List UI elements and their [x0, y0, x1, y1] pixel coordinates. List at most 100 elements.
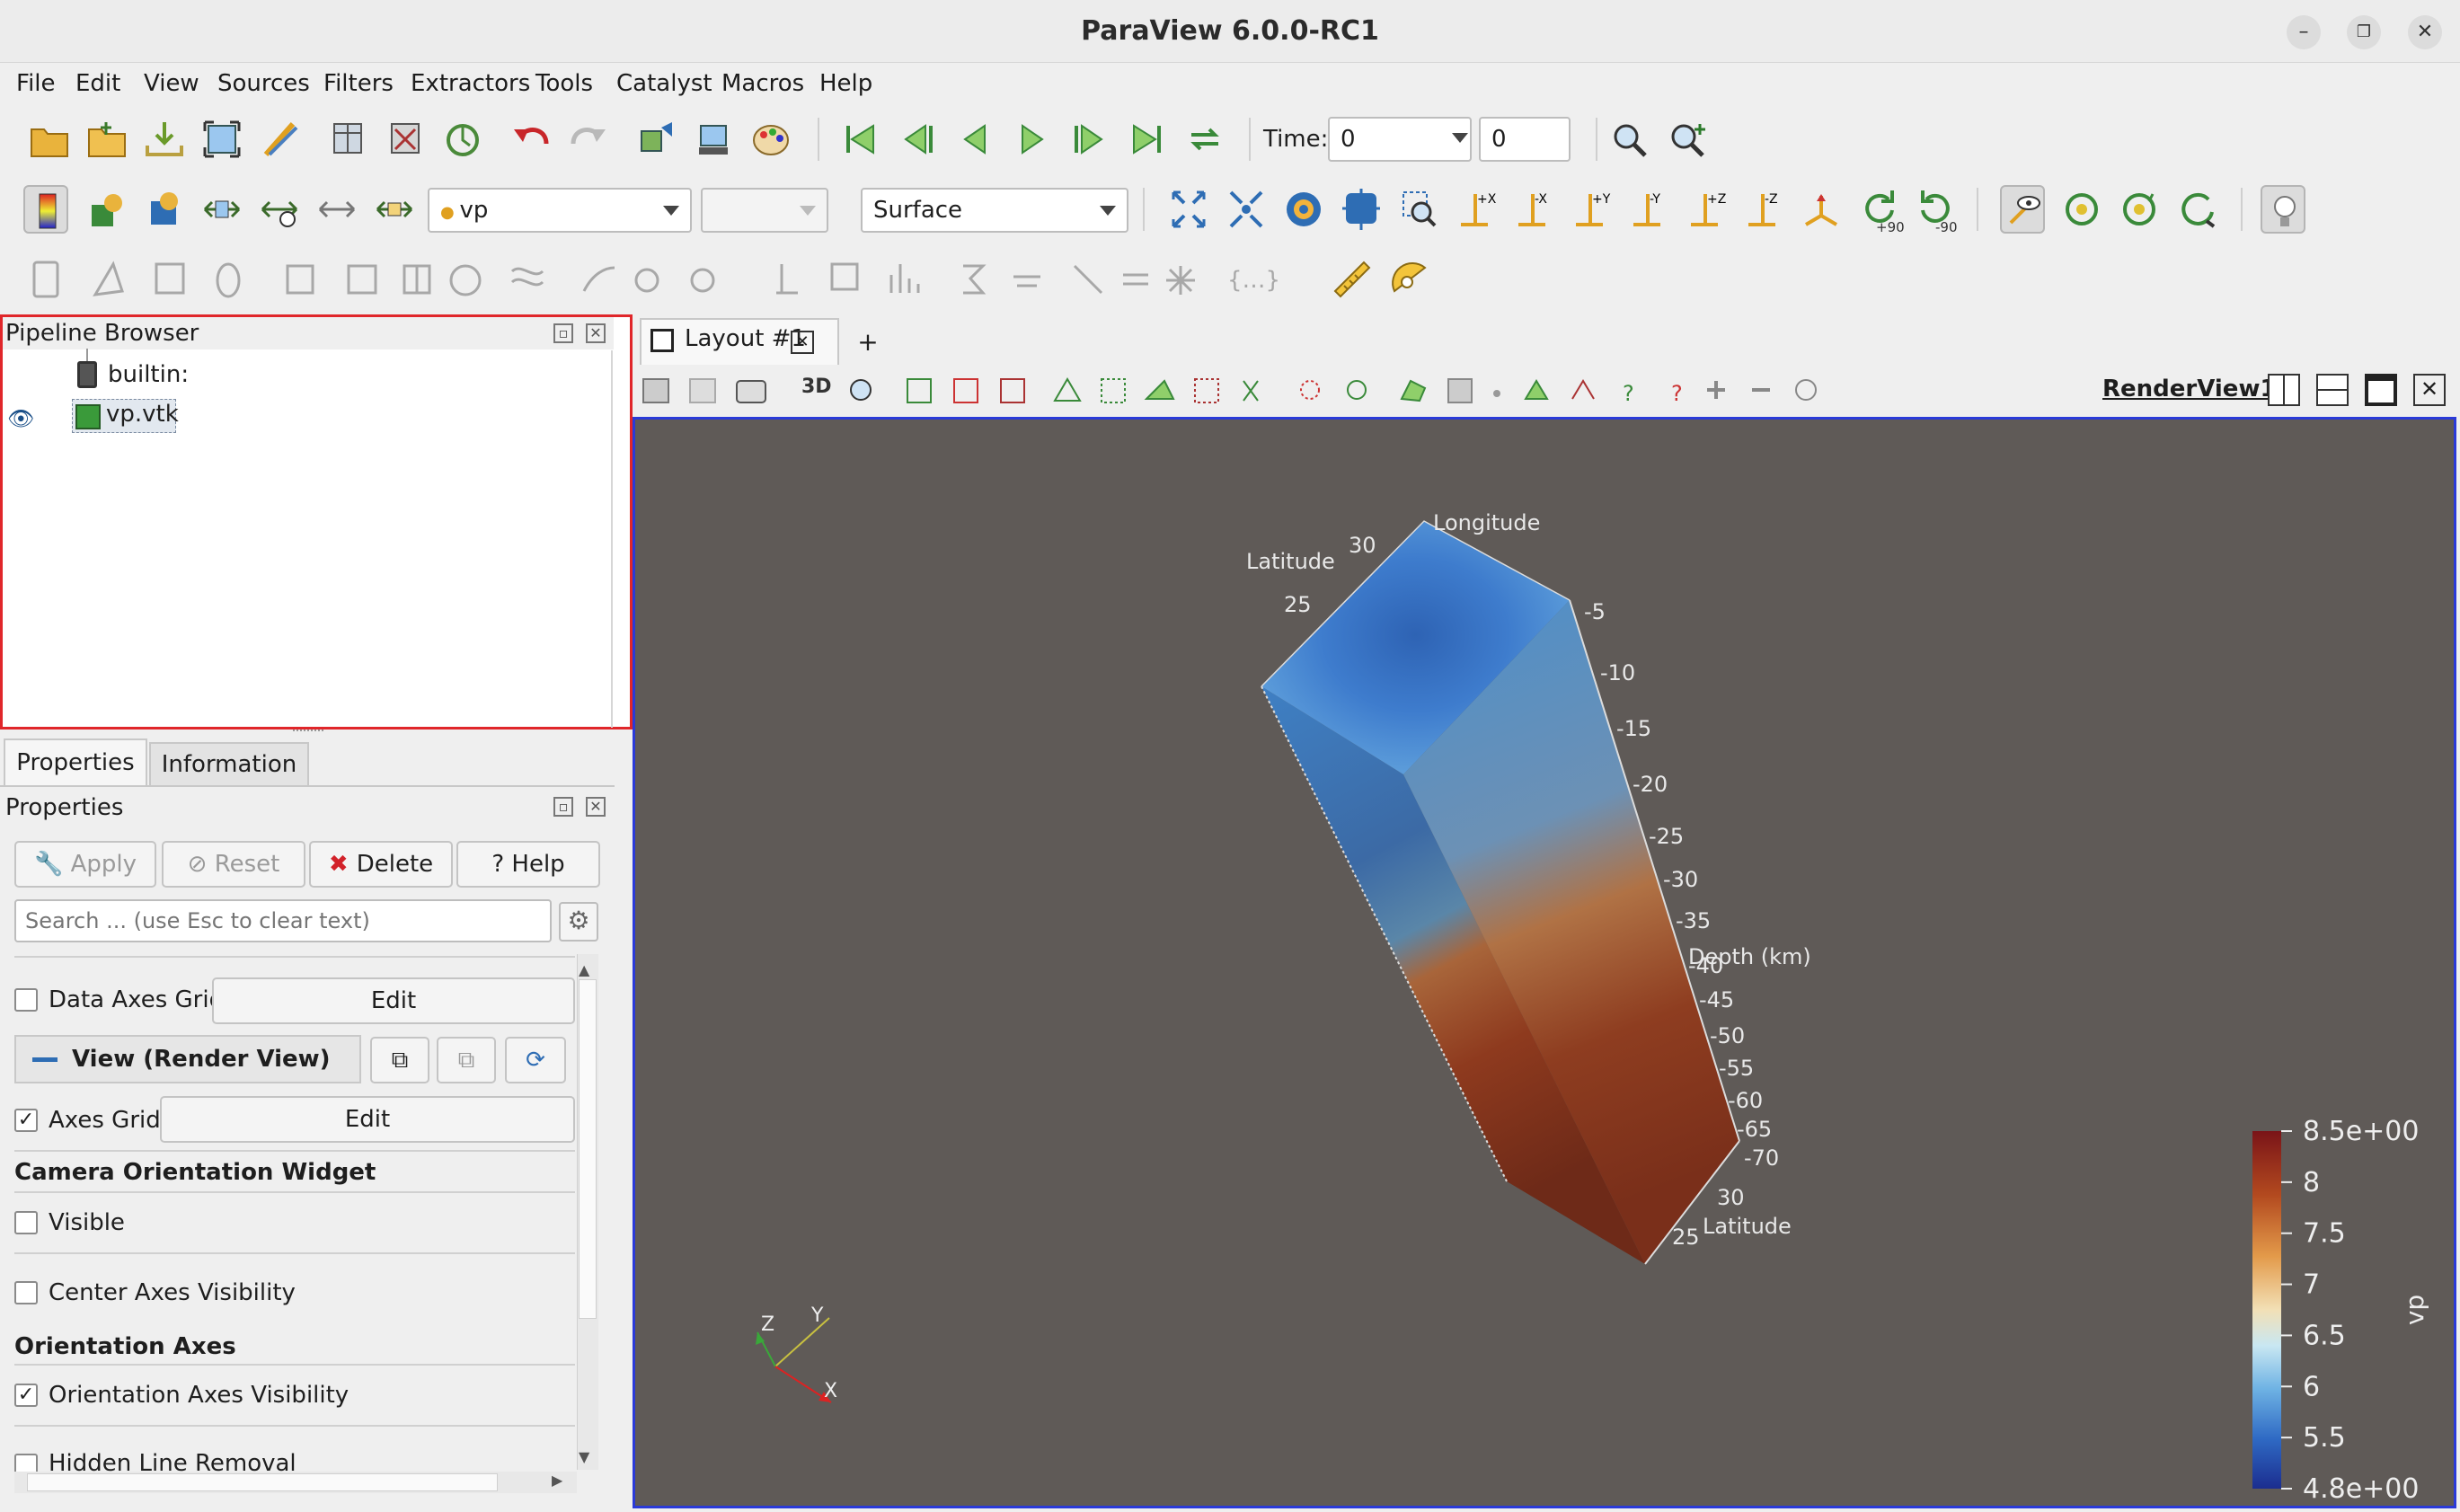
find-data-icon[interactable] [1608, 115, 1653, 164]
close-view-icon[interactable]: ✕ [2413, 374, 2446, 406]
protractor-icon[interactable] [1387, 255, 1432, 304]
gear-icon[interactable]: ⚙ [559, 902, 598, 942]
3d-mode-toggle[interactable]: 3D [801, 376, 832, 398]
next-frame-icon[interactable] [1067, 115, 1112, 164]
rescale-range-icon[interactable] [372, 185, 417, 234]
zoom-to-box-icon[interactable] [1396, 185, 1441, 234]
open-recent-icon[interactable] [84, 115, 129, 164]
pipeline-item-builtin[interactable]: builtin: [108, 361, 189, 388]
reset-camera-icon[interactable] [1166, 185, 1211, 234]
camera-orbit-icon[interactable] [2117, 185, 2162, 234]
menu-extractors[interactable]: Extractors [411, 63, 530, 104]
tab-properties[interactable]: Properties [4, 738, 147, 785]
play-icon[interactable] [1010, 115, 1055, 164]
scroll-down-icon[interactable]: ▼ [579, 1448, 589, 1465]
zoom-closest-icon[interactable] [1339, 185, 1384, 234]
axes-grid-edit-button[interactable]: Edit [160, 1096, 575, 1143]
interaction-mode-icon[interactable] [2000, 185, 2045, 234]
help-button[interactable]: ? Help [456, 841, 600, 888]
view-plus-y-icon[interactable]: +Y [1569, 185, 1614, 234]
menu-catalyst[interactable]: Catalyst [616, 63, 712, 104]
pipeline-item-vpvtk[interactable]: vp.vtk [106, 401, 179, 428]
search-input[interactable] [14, 899, 552, 942]
render-view[interactable]: Longitude Latitude 30 25 Depth (km) 30 2… [633, 417, 2456, 1508]
maximize-button[interactable]: ❐ [2347, 15, 2381, 49]
close-button[interactable]: ✕ [2408, 15, 2442, 49]
save-state-icon[interactable] [257, 115, 302, 164]
reset-camera-closest-icon[interactable] [1224, 185, 1269, 234]
data-axes-grid-edit-button[interactable]: Edit [212, 977, 575, 1024]
redo-icon[interactable] [566, 115, 611, 164]
visible-checkbox[interactable] [14, 1211, 38, 1234]
disconnect-icon[interactable] [383, 115, 428, 164]
camera-link-icon[interactable] [2059, 185, 2104, 234]
camera-record-icon[interactable] [2174, 185, 2219, 234]
horizontal-thumb[interactable] [27, 1473, 498, 1491]
tab-information[interactable]: Information [149, 742, 309, 785]
menu-filters[interactable]: Filters [323, 63, 394, 104]
open-file-icon[interactable] [27, 115, 72, 164]
menu-help[interactable]: Help [819, 63, 872, 104]
delete-button[interactable]: ✖ Delete [309, 841, 453, 888]
center-axes-checkbox[interactable] [14, 1281, 38, 1304]
first-frame-icon[interactable] [837, 115, 882, 164]
view-plus-x-icon[interactable]: +X [1454, 185, 1499, 234]
last-frame-icon[interactable] [1125, 115, 1170, 164]
splitter-handle[interactable] [293, 729, 323, 735]
rescale-data-icon[interactable] [142, 185, 187, 234]
menu-sources[interactable]: Sources [217, 63, 310, 104]
scroll-up-icon[interactable]: ▲ [579, 961, 589, 978]
copy-icon[interactable]: ⧉ [370, 1037, 429, 1083]
eye-visibility-icon[interactable]: 👁 [7, 406, 34, 431]
undock-properties-icon[interactable]: ▫ [553, 797, 573, 817]
reset-button[interactable]: ⊘ Reset [162, 841, 305, 888]
timestep-spinbox[interactable]: 0 [1479, 117, 1571, 162]
axes-grid-checkbox[interactable]: ✓ [14, 1109, 38, 1132]
rescale-visible-icon[interactable] [314, 185, 359, 234]
view-minus-x-icon[interactable]: -X [1511, 185, 1556, 234]
time-input[interactable]: 0 [1328, 117, 1472, 162]
previous-frame-icon[interactable] [895, 115, 940, 164]
orientation-axes-checkbox[interactable]: ✓ [14, 1384, 38, 1407]
camera-redo-icon[interactable] [692, 115, 737, 164]
hidden-line-checkbox[interactable] [14, 1454, 38, 1472]
undock-icon[interactable]: ▫ [553, 323, 573, 343]
paste-icon[interactable]: ⧉ [437, 1037, 496, 1083]
view-minus-y-icon[interactable]: -Y [1626, 185, 1671, 234]
isometric-view-icon[interactable] [1799, 185, 1844, 234]
undo-icon[interactable] [509, 115, 553, 164]
representation-combo[interactable]: Surface [861, 188, 1128, 233]
zoom-to-data-icon[interactable] [1281, 185, 1326, 234]
view-minus-z-icon[interactable]: -Z [1741, 185, 1786, 234]
menu-edit[interactable]: Edit [75, 63, 120, 104]
color-legend-toggle-icon[interactable] [23, 185, 68, 234]
light-kit-icon[interactable] [2261, 185, 2305, 234]
maximize-view-icon[interactable] [2365, 374, 2397, 406]
render-view-label[interactable]: RenderView1 [2102, 376, 2277, 402]
save-data-icon[interactable] [142, 115, 187, 164]
connect-icon[interactable] [325, 115, 370, 164]
save-screenshot-icon[interactable] [199, 115, 244, 164]
collapse-icon[interactable] [32, 1057, 58, 1062]
close-tab-icon[interactable]: ✕ [791, 331, 814, 354]
apply-button[interactable]: 🔧 Apply [14, 841, 156, 888]
data-axes-grid-checkbox[interactable] [14, 988, 38, 1012]
scroll-right-icon[interactable]: ▶ [552, 1472, 562, 1489]
component-combo[interactable] [701, 188, 828, 233]
menu-tools[interactable]: Tools [535, 63, 593, 104]
close-properties-icon[interactable]: ✕ [586, 797, 606, 817]
edit-colormap-icon[interactable] [84, 185, 129, 234]
camera-undo-icon[interactable] [634, 115, 679, 164]
zoom-data-icon[interactable] [1666, 115, 1711, 164]
menu-view[interactable]: View [144, 63, 199, 104]
rescale-custom-icon[interactable] [199, 185, 244, 234]
split-vertical-icon[interactable] [2316, 374, 2349, 406]
add-layout-button[interactable]: + [845, 320, 891, 365]
reset-session-icon[interactable] [440, 115, 485, 164]
play-backward-icon[interactable] [952, 115, 997, 164]
close-panel-icon[interactable]: ✕ [586, 323, 606, 343]
split-horizontal-icon[interactable] [2268, 374, 2300, 406]
menu-file[interactable]: File [16, 63, 56, 104]
rescale-temporal-icon[interactable] [257, 185, 302, 234]
loop-icon[interactable] [1182, 115, 1227, 164]
